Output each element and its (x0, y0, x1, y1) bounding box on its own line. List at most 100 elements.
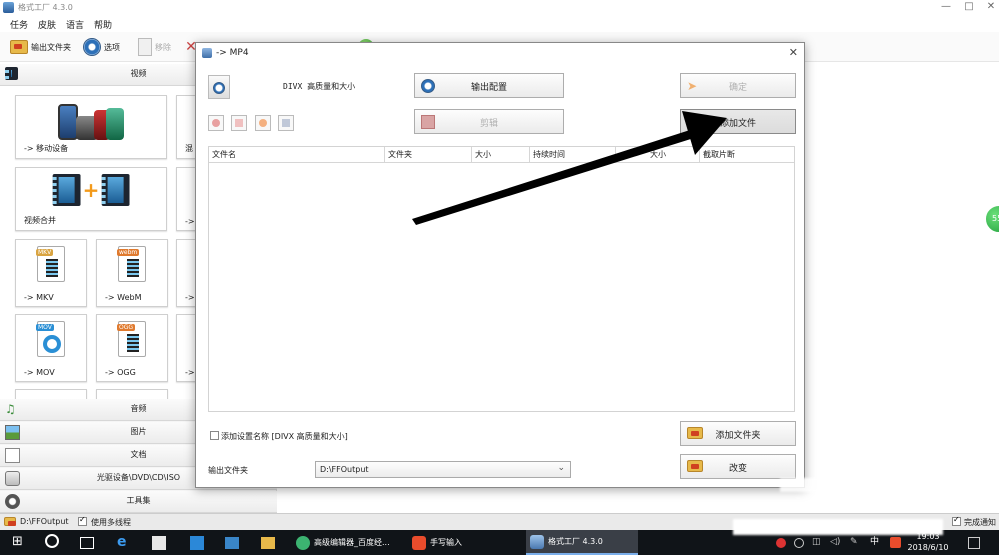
output-folder-value: D:\FFOutput (320, 465, 369, 474)
tile-mkv-label: -> MKV (24, 293, 54, 302)
tile-mov-label: -> MOV (24, 368, 55, 377)
video-merge-icon: + (52, 174, 130, 206)
remove-doc-icon (138, 38, 152, 56)
ime-indicator[interactable]: 中 (870, 534, 879, 551)
tray-volume-icon[interactable]: ◁) (830, 534, 840, 551)
maximize-button[interactable]: □ (962, 1, 976, 12)
tile-mov[interactable]: MOV -> MOV (15, 314, 87, 382)
status-output-path: D:\FFOutput (20, 517, 69, 526)
output-folder-label: 输出文件夹 (31, 42, 71, 52)
taskbar-app-format-factory-label: 格式工厂 4.3.0 (548, 537, 603, 546)
obscured-region (733, 519, 943, 535)
add-file-label: 添加文件 (719, 119, 756, 129)
tile-mobile-device-label: -> 移动设备 (24, 144, 69, 153)
notification-center-icon[interactable] (968, 537, 980, 549)
preset-label: DIVX 高质量和大小 (283, 82, 356, 91)
dialog-title-bar: -> MP4 ✕ (196, 43, 804, 65)
tile-webm[interactable]: webm -> WebM (96, 239, 168, 307)
store-icon[interactable] (152, 536, 166, 550)
vscode-icon[interactable] (190, 536, 204, 550)
mp4-dialog: -> MP4 ✕ DIVX 高质量和大小 输出配置 ➤ 确定 剪辑 ➤ 添加文件… (195, 42, 805, 488)
info-small-icon[interactable] (278, 115, 294, 131)
options-label: 选项 (104, 42, 120, 52)
tray-circle-icon[interactable] (794, 538, 804, 548)
tile-cutoff-1[interactable] (15, 389, 87, 399)
tray-pen-icon[interactable]: ✎ (850, 534, 858, 551)
add-folder-label: 添加文件夹 (715, 431, 761, 441)
done-notify-checkbox[interactable] (952, 515, 961, 527)
output-config-button[interactable]: 输出配置 (414, 73, 564, 98)
taskbar-app-handwriting[interactable]: 手写输入 (408, 530, 520, 555)
tile-mkv[interactable]: MKV -> MKV (15, 239, 87, 307)
tile-mobile-device[interactable]: -> 移动设备 (15, 95, 167, 159)
minimize-button[interactable]: — (939, 1, 953, 12)
col-output-size[interactable]: 大小 (616, 147, 700, 163)
tray-network-icon[interactable]: ◫ (812, 534, 821, 551)
play-small-icon[interactable] (255, 115, 271, 131)
confirm-button[interactable]: ➤ 确定 (680, 73, 796, 98)
tile-ogg[interactable]: OGG -> OGG (96, 314, 168, 382)
output-folder-button[interactable]: 输出文件夹 (10, 36, 71, 58)
remove-button[interactable]: 移除 (138, 36, 171, 58)
add-setting-name-checkbox[interactable] (210, 431, 219, 442)
folder-icon (10, 40, 28, 54)
file-explorer-icon[interactable] (261, 537, 275, 549)
task-view-icon[interactable] (80, 537, 94, 549)
tray-red-icon[interactable] (776, 538, 786, 548)
file-list-table[interactable]: 文件名 文件夹 大小 持续时间 大小 截取片断 (208, 146, 795, 412)
taskbar-app-editor[interactable]: 高级编辑器_百度经... (292, 530, 404, 555)
menu-skin[interactable]: 皮肤 (38, 18, 56, 31)
dialog-close-icon[interactable]: ✕ (789, 46, 798, 59)
tray-sogou-icon[interactable] (890, 537, 901, 548)
output-folder-select[interactable]: D:\FFOutput ⌄ (315, 461, 571, 478)
monitor-app-icon[interactable] (225, 537, 239, 549)
col-filename[interactable]: 文件名 (209, 147, 385, 163)
tile-video-merge[interactable]: + 视频合并 (15, 167, 167, 231)
mp4-format-icon (208, 75, 230, 99)
output-folder-field-label: 输出文件夹 (208, 466, 248, 475)
add-folder-button[interactable]: 添加文件夹 (680, 421, 796, 446)
menu-task[interactable]: 任务 (10, 18, 28, 31)
windows-start-icon[interactable]: ⊞ (12, 534, 23, 551)
taskbar-app-format-factory[interactable]: 格式工厂 4.3.0 (526, 530, 638, 555)
status-folder-icon (4, 517, 16, 528)
webm-file-icon: webm (117, 246, 146, 282)
add-small-icon[interactable] (208, 115, 224, 131)
close-button[interactable]: ✕ (984, 1, 998, 12)
tile-partial-2-label: -> (185, 217, 195, 226)
category-tools-label: 工具集 (126, 496, 151, 505)
add-setting-name-label: 添加设置名称 [DIVX 高质量和大小] (221, 432, 348, 441)
app-title-bar: 格式工厂 4.3.0 — □ ✕ (0, 0, 999, 16)
col-duration[interactable]: 持续时间 (530, 147, 616, 163)
obscured-region-2 (780, 478, 860, 492)
col-clip-segment[interactable]: 截取片断 (700, 147, 794, 163)
search-icon[interactable] (45, 534, 59, 548)
menu-help[interactable]: 帮助 (94, 18, 112, 31)
menu-language[interactable]: 语言 (66, 18, 84, 31)
col-folder[interactable]: 文件夹 (385, 147, 472, 163)
mov-file-icon: MOV (36, 321, 65, 357)
remove-small-icon[interactable] (231, 115, 247, 131)
multithread-label: 使用多线程 (91, 518, 131, 527)
multithread-checkbox[interactable] (78, 515, 87, 527)
tile-cutoff-2[interactable] (96, 389, 168, 399)
editor-app-icon (296, 535, 310, 550)
app-title: 格式工厂 4.3.0 (18, 3, 73, 12)
tile-partial-3-label: -> (185, 293, 195, 302)
options-button[interactable]: 选项 (83, 36, 120, 58)
options-gear-icon (83, 38, 101, 56)
chevron-down-icon: ⌄ (557, 463, 565, 473)
tile-ogg-label: -> OGG (105, 368, 136, 377)
col-size[interactable]: 大小 (472, 147, 530, 163)
tile-webm-label: -> WebM (105, 293, 142, 302)
clip-button[interactable]: 剪辑 (414, 109, 564, 134)
dialog-app-icon (202, 48, 212, 58)
change-button[interactable]: 改变 (680, 454, 796, 479)
category-tools[interactable]: 工具集 (0, 491, 277, 513)
side-float-badge[interactable]: 55 (984, 204, 999, 234)
mobile-devices-icon (36, 102, 146, 146)
edge-browser-icon[interactable]: e (117, 534, 127, 551)
tile-partial-1-label: 混 (185, 144, 193, 153)
clip-label: 剪辑 (479, 119, 498, 129)
add-file-button[interactable]: ➤ 添加文件 (680, 109, 796, 134)
